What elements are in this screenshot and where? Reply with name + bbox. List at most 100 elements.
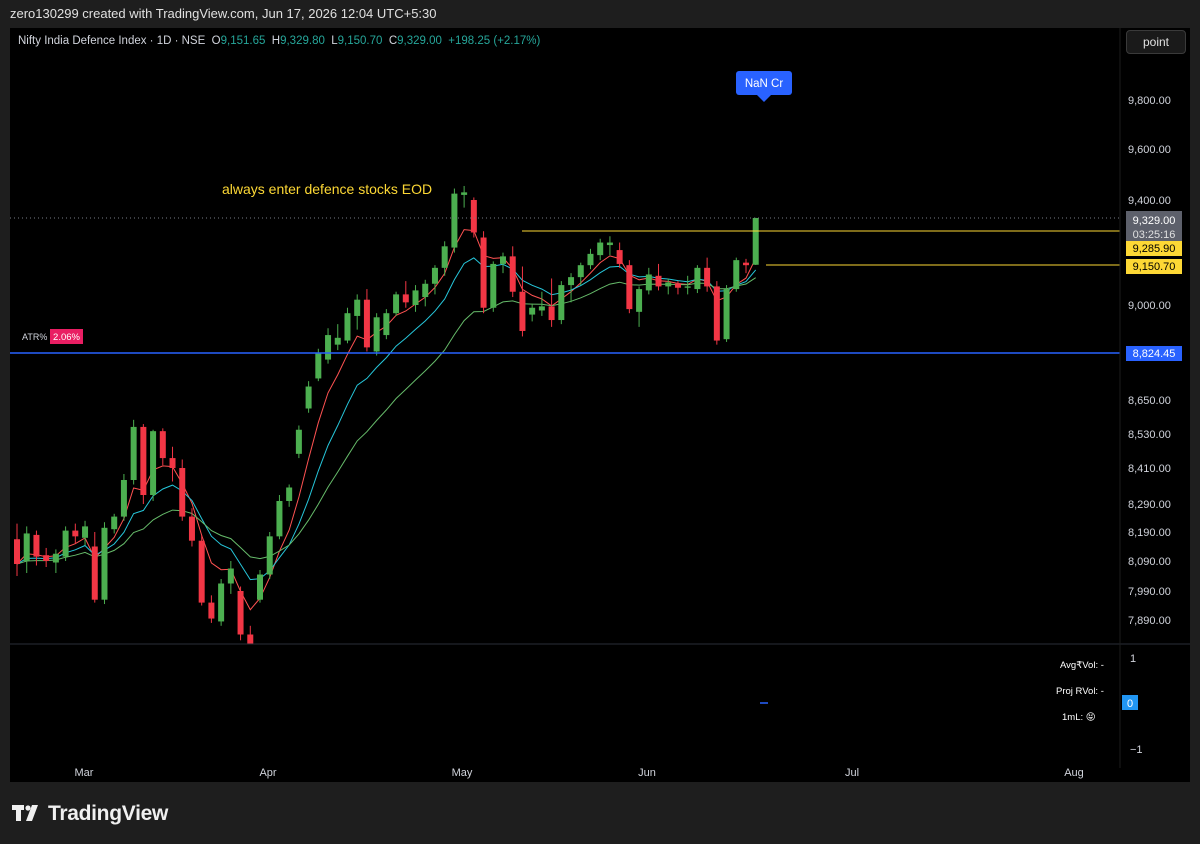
candle[interactable] <box>665 282 672 287</box>
candle[interactable] <box>14 539 20 564</box>
candle[interactable] <box>577 265 584 278</box>
projrvol-text: Proj RVol: - <box>1056 686 1104 697</box>
candle[interactable] <box>373 317 380 352</box>
candle[interactable] <box>91 546 98 600</box>
candle[interactable] <box>82 526 89 538</box>
candle[interactable] <box>354 299 361 316</box>
chart-frame[interactable]: 9,800.00 9,600.00 9,400.00 9,000.00 8,650.00… <box>10 28 1190 782</box>
candle[interactable] <box>655 275 662 287</box>
candle[interactable] <box>334 337 341 345</box>
upper-line-text: 9,285.90 <box>1133 243 1176 255</box>
candle[interactable] <box>130 426 137 480</box>
y-tick-label: 8,090.00 <box>1128 556 1171 568</box>
y-tick-label: 8,410.00 <box>1128 463 1171 475</box>
x-tick-label: Jul <box>845 767 859 779</box>
price-chart[interactable]: 9,800.00 9,600.00 9,400.00 9,000.00 8,650.00… <box>10 28 1190 782</box>
candle[interactable] <box>218 583 225 622</box>
candle[interactable] <box>674 283 681 288</box>
candle[interactable] <box>606 242 613 246</box>
candle[interactable] <box>500 256 506 264</box>
candle[interactable] <box>645 274 652 291</box>
candle[interactable] <box>111 516 118 530</box>
candle[interactable] <box>548 306 555 321</box>
x-tick-label: Jun <box>638 767 656 779</box>
candle[interactable] <box>636 289 643 312</box>
candle[interactable] <box>743 262 749 266</box>
candle[interactable] <box>62 530 69 557</box>
candle[interactable] <box>597 242 604 256</box>
candle[interactable] <box>694 267 701 290</box>
candle[interactable] <box>72 530 79 537</box>
moving-average-line <box>16 229 757 611</box>
candle[interactable] <box>568 277 575 286</box>
candle[interactable] <box>286 487 293 502</box>
candle[interactable] <box>198 540 205 603</box>
atr-label: ATR% 2.06% <box>22 329 83 344</box>
candle[interactable] <box>431 267 438 284</box>
y-tick-label: 9,400.00 <box>1128 195 1171 207</box>
candle[interactable] <box>470 200 477 233</box>
candle[interactable] <box>120 480 127 517</box>
candle[interactable] <box>587 253 594 266</box>
candle[interactable] <box>752 218 759 265</box>
note-annotation[interactable]: always enter defence stocks EOD <box>222 181 432 197</box>
candle[interactable] <box>451 193 458 248</box>
candle[interactable] <box>276 501 283 537</box>
candle[interactable] <box>179 468 186 517</box>
candle[interactable] <box>237 591 244 635</box>
support-line-text: 8,824.45 <box>1133 348 1176 360</box>
candle[interactable] <box>733 260 740 290</box>
y-tick-label: 9,600.00 <box>1128 144 1171 156</box>
candle[interactable] <box>684 286 691 288</box>
tradingview-logo[interactable]: TradingView <box>12 802 168 826</box>
candle[interactable] <box>344 313 351 341</box>
candle[interactable] <box>519 291 526 331</box>
candle[interactable] <box>393 294 400 314</box>
candle[interactable] <box>52 553 59 563</box>
candle[interactable] <box>383 313 390 336</box>
high-label: H <box>271 35 281 47</box>
y-tick-label: 8,190.00 <box>1128 527 1171 539</box>
candle[interactable] <box>23 533 30 561</box>
candle[interactable] <box>704 267 711 287</box>
candle[interactable] <box>363 299 370 348</box>
candle[interactable] <box>33 534 40 557</box>
candle[interactable] <box>227 568 234 584</box>
candle[interactable] <box>101 527 108 600</box>
candle[interactable] <box>159 431 166 459</box>
candle[interactable] <box>529 307 536 315</box>
candle[interactable] <box>208 602 215 619</box>
candle[interactable] <box>412 290 419 305</box>
candle[interactable] <box>402 294 409 303</box>
candle[interactable] <box>325 335 332 360</box>
candle[interactable] <box>257 574 263 600</box>
point-mode-button[interactable]: point <box>1126 30 1186 54</box>
candle[interactable] <box>538 306 545 311</box>
candle[interactable] <box>315 352 322 379</box>
candle[interactable] <box>188 516 195 541</box>
candle[interactable] <box>616 250 623 264</box>
candle[interactable] <box>43 555 50 561</box>
candle[interactable] <box>305 386 312 409</box>
candle[interactable] <box>713 286 720 341</box>
countdown-text: 03:25:16 <box>1133 229 1176 241</box>
y-tick-label: 8,650.00 <box>1128 395 1171 407</box>
candle[interactable] <box>626 265 633 310</box>
candle[interactable] <box>169 458 176 468</box>
nan-badge[interactable]: NaN Cr <box>736 71 792 102</box>
candle[interactable] <box>422 283 429 298</box>
candle[interactable] <box>558 285 565 321</box>
candle[interactable] <box>441 246 448 268</box>
tradingview-logo-icon <box>12 805 38 821</box>
candle[interactable] <box>266 536 273 575</box>
candle[interactable] <box>480 237 487 308</box>
candle[interactable] <box>490 263 497 308</box>
candle[interactable] <box>140 426 147 495</box>
y-tick-label: 8,530.00 <box>1128 429 1171 441</box>
candle[interactable] <box>461 192 468 195</box>
candle[interactable] <box>723 289 730 340</box>
candle[interactable] <box>509 256 516 292</box>
candle[interactable] <box>150 431 157 495</box>
indicator-value-badge: 0 <box>1122 695 1138 710</box>
candle[interactable] <box>295 429 302 454</box>
